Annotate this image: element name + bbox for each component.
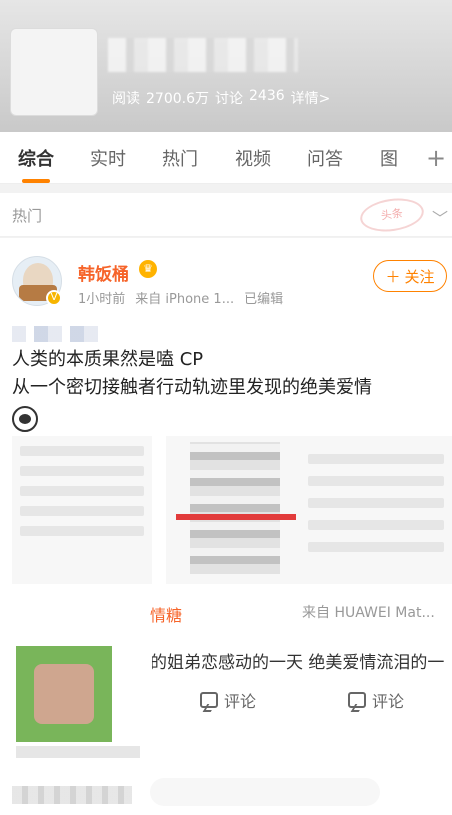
image-text-line [308,454,444,464]
topic-header: 阅读 2700.6万 讨论 2436 详情> [0,0,452,132]
topic-title-redacted [108,38,298,72]
bottom-bar [150,778,380,806]
tab-qa[interactable]: 问答 [307,145,343,171]
tab-bar: 综合 实时 热门 视频 问答 图 + [0,132,452,184]
image-text-line [20,526,144,536]
post-time: 1小时前 [78,292,126,307]
redacted-line [12,326,102,342]
plus-icon[interactable]: + [426,144,446,172]
headline-stamp: 头条 [358,194,426,236]
read-count: 2700.6万 [146,91,209,107]
comment-label: 评论 [372,692,405,711]
image-2[interactable] [166,436,300,584]
post-meta: 1小时前 来自 iPhone 1... 已编辑 [78,288,283,307]
tab-hot[interactable]: 热门 [162,145,198,171]
image-caption [16,746,140,758]
comment-icon [200,692,218,708]
verified-badge-icon: V [46,290,62,306]
red-mark [176,514,296,520]
read-label: 阅读 [112,91,140,107]
image-text-line [20,506,144,516]
pixelated-region [190,442,280,574]
pixelated-face [34,664,94,724]
hot-section-bar: 热门 头条 ﹀ [0,193,452,237]
comment-button[interactable]: 评论 [348,688,404,712]
chevron-down-icon[interactable]: ﹀ [432,205,448,229]
details-link[interactable]: 详情> [291,88,331,108]
post-text: 人类的本质果然是嗑 CP 从一个密切接触者行动轨迹里发现的绝美爱情 [12,346,372,402]
embedded-text: 的姐弟恋感动的一天 绝美爱情流泪的一 [150,653,445,673]
user-name[interactable]: 韩饭桶 [78,260,129,285]
tab-video[interactable]: 视频 [235,145,271,171]
hot-label: 热门 [12,207,43,225]
follow-button[interactable]: ＋ 关注 [373,260,447,292]
comment-button[interactable]: 评论 [200,688,256,712]
comment-label: 评论 [224,692,257,711]
image-text-line [20,446,144,456]
tab-realtime[interactable]: 实时 [90,145,126,171]
embedded-source: 来自 HUAWEI Mat... [302,605,435,621]
discuss-label: 讨论 [215,91,243,107]
embedded-post-header: 情糖 来自 HUAWEI Mat... [150,596,452,636]
stamp-text: 头条 [380,206,404,223]
image-text-line [308,520,444,530]
image-text-line [20,466,144,476]
crown-icon: ♛ [139,260,157,278]
post-text-line-1: 人类的本质果然是嗑 CP [12,349,204,370]
embedded-user-name[interactable]: 情糖 [150,602,182,626]
image-text-line [20,486,144,496]
image-text-line [308,476,444,486]
topic-stats: 阅读 2700.6万 讨论 2436 详情> [112,88,330,108]
post-card: V 韩饭桶 ♛ 1小时前 来自 iPhone 1... 已编辑 ＋ 关注 人类的… [0,238,452,815]
post-source: 来自 iPhone 1... [135,292,235,307]
tab-comprehensive[interactable]: 综合 [18,145,54,183]
image-1[interactable] [12,436,152,584]
image-text-line [308,498,444,508]
tab-images[interactable]: 图 [380,145,398,171]
image-3[interactable] [300,436,452,584]
redacted-line [12,786,132,804]
topic-thumbnail[interactable] [10,28,98,116]
follow-label: 关注 [404,267,435,286]
panda-emoji-icon [12,406,38,432]
image-text-line [308,542,444,552]
discuss-count: 2436 [249,88,285,104]
comment-icon [348,692,366,708]
post-text-line-2: 从一个密切接触者行动轨迹里发现的绝美爱情 [12,377,372,398]
embedded-image[interactable] [12,634,152,764]
post-edited: 已编辑 [244,292,284,307]
plus-icon: ＋ [385,267,401,286]
